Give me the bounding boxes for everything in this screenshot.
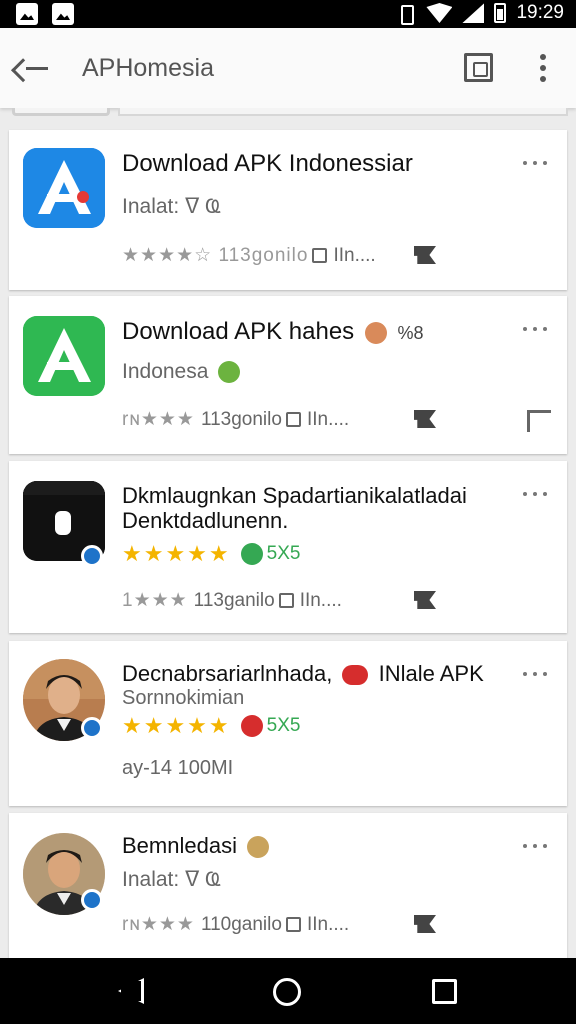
result-title[interactable]: Decnabrsariarlnhada, INlale APK bbox=[122, 661, 484, 687]
card-more-icon[interactable] bbox=[521, 324, 549, 334]
result-subtitle-text: Indonesa bbox=[122, 360, 209, 383]
app-icon-green-a bbox=[23, 316, 105, 396]
card-more-icon[interactable] bbox=[521, 669, 549, 679]
result-meta: ★★★★☆ 113gonilo IIn.... bbox=[122, 244, 376, 267]
more-vert-icon[interactable] bbox=[532, 52, 554, 84]
result-meta: ay-14 100MI bbox=[122, 757, 234, 779]
award-badge-icon bbox=[240, 543, 263, 565]
rating-text: 5X5 bbox=[266, 543, 301, 564]
rating-stars: rɴ★★★ bbox=[122, 409, 195, 430]
filter-chip[interactable] bbox=[12, 108, 110, 116]
result-title-suffix: INlale APK bbox=[378, 661, 484, 686]
info-icon bbox=[285, 917, 301, 932]
card-more-icon[interactable] bbox=[521, 489, 549, 499]
rating-stars: 1★★★ bbox=[122, 590, 188, 611]
page-title: APHomesia bbox=[82, 54, 214, 82]
result-meta-count: 113ganilo bbox=[193, 589, 275, 611]
navigation-bar bbox=[0, 958, 576, 1024]
app-icon-blue-a bbox=[23, 148, 105, 228]
result-title-text: Download APK hahes bbox=[122, 318, 355, 345]
rating-text: 5X5 bbox=[266, 715, 301, 736]
result-card[interactable]: Download APK hahes %8 Indonesa rɴ★★★ 113… bbox=[9, 296, 567, 454]
result-meta-suffix: IIn.... bbox=[333, 244, 376, 266]
emoji-badge-icon bbox=[247, 836, 270, 859]
result-subtitle: Indonesa bbox=[122, 360, 244, 384]
back-arrow-icon[interactable] bbox=[20, 50, 56, 86]
signal-icon bbox=[462, 3, 485, 23]
nav-back-icon[interactable] bbox=[118, 978, 144, 1004]
verified-badge-icon bbox=[81, 717, 103, 739]
result-card[interactable]: Decnabrsariarlnhada, INlale APK Sornnoki… bbox=[9, 641, 567, 806]
rating-stars: rɴ★★★ bbox=[122, 914, 195, 935]
wifi-icon bbox=[426, 3, 453, 23]
rating-row: ★★★★★ 5X5 bbox=[122, 713, 300, 739]
result-meta-count: 113gonilo bbox=[200, 408, 282, 430]
result-title[interactable]: Dkmlaugnkan Spadartianikalatladai Denktd… bbox=[122, 483, 467, 533]
status-time: 19:29 bbox=[516, 2, 564, 23]
flag-icon[interactable] bbox=[414, 591, 436, 609]
red-badge-icon bbox=[342, 665, 369, 686]
vibrate-icon bbox=[394, 3, 416, 25]
result-meta-suffix: IIn.... bbox=[306, 913, 350, 935]
result-card[interactable]: Dkmlaugnkan Spadartianikalatladai Denktd… bbox=[9, 461, 567, 633]
result-title-line2: Denktdadlunenn. bbox=[122, 508, 289, 533]
image-icon bbox=[52, 3, 74, 25]
flag-icon[interactable] bbox=[414, 915, 436, 933]
status-bar: 19:29 bbox=[0, 0, 576, 28]
toolbar: APHomesia bbox=[0, 28, 576, 108]
result-meta: rɴ★★★ 110ganilo IIn.... bbox=[122, 913, 349, 936]
share-icon[interactable] bbox=[527, 410, 551, 432]
info-icon bbox=[285, 412, 301, 427]
result-title-text: Decnabrsariarlnhada, bbox=[122, 661, 333, 686]
info-icon bbox=[312, 248, 328, 263]
screenshot-icon[interactable] bbox=[464, 53, 493, 82]
award-badge-icon bbox=[240, 715, 263, 737]
result-subtitle: Inalat: ᐁ Ҩ bbox=[122, 195, 222, 218]
result-title-suffix: %8 bbox=[397, 323, 424, 343]
result-title[interactable]: Bemnledasi bbox=[122, 833, 273, 859]
verified-badge-icon bbox=[81, 545, 103, 567]
result-title[interactable]: Download APK Indonessiar bbox=[122, 150, 413, 178]
rating-row: ★★★★★ 5X5 bbox=[122, 541, 300, 567]
result-card[interactable]: Download APK Indonessiar Inalat: ᐁ Ҩ ★★★… bbox=[9, 130, 567, 290]
emoji-badge-icon bbox=[364, 321, 387, 344]
battery-icon bbox=[494, 3, 507, 23]
nav-home-icon[interactable] bbox=[273, 978, 301, 1006]
search-box-edge[interactable] bbox=[118, 108, 568, 116]
gold-stars: ★★★★★ bbox=[122, 713, 231, 738]
nav-recents-icon[interactable] bbox=[432, 979, 457, 1004]
info-icon bbox=[278, 593, 294, 608]
result-card[interactable]: Bemnledasi Inalat: ᐁ Ҩ rɴ★★★ 110ganilo I… bbox=[9, 813, 567, 958]
result-meta-count: 110ganilo bbox=[200, 913, 282, 935]
card-more-icon[interactable] bbox=[521, 841, 549, 851]
result-subtitle: Sornnokimian bbox=[122, 687, 245, 709]
leaf-badge-icon bbox=[218, 361, 241, 384]
photo-icon bbox=[16, 3, 38, 25]
gold-stars: ★★★★★ bbox=[122, 541, 231, 566]
result-meta-suffix: IIn.... bbox=[306, 408, 350, 430]
flag-icon[interactable] bbox=[414, 410, 436, 428]
result-title-text: Bemnledasi bbox=[122, 833, 237, 858]
result-meta: rɴ★★★ 113gonilo IIn.... bbox=[122, 408, 349, 431]
result-title-line1: Dkmlaugnkan Spadartianikalatladai bbox=[122, 483, 467, 508]
verified-badge-icon bbox=[81, 889, 103, 911]
result-meta: 1★★★ 113ganilo IIn.... bbox=[122, 589, 342, 612]
result-meta-suffix: IIn.... bbox=[299, 589, 342, 611]
rating-stars: ★★★★☆ 113gonilo bbox=[122, 245, 309, 266]
result-subtitle: Inalat: ᐁ Ҩ bbox=[122, 868, 222, 891]
filter-strip bbox=[0, 108, 576, 122]
flag-icon[interactable] bbox=[414, 246, 436, 264]
result-title[interactable]: Download APK hahes %8 bbox=[122, 318, 424, 346]
card-more-icon[interactable] bbox=[521, 158, 549, 168]
